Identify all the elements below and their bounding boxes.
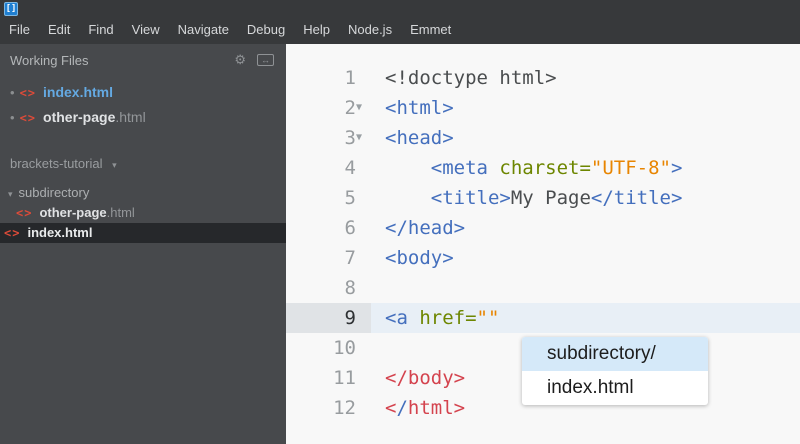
line-number-1: 1: [344, 67, 356, 89]
code-hint-popup: subdirectory/index.html: [522, 337, 708, 405]
code-token: </head>: [385, 217, 466, 239]
modified-dot-icon: •: [10, 85, 15, 100]
code-token: href=: [407, 307, 477, 329]
line-number-9: 9: [286, 303, 371, 333]
file-type-icon: <>: [4, 226, 21, 240]
code-token: <html>: [385, 97, 454, 119]
line-number-2: 2 ▼: [286, 93, 371, 123]
code-line-5[interactable]: <title>My Page</title>: [371, 183, 800, 213]
editor-line-2: 2 ▼ <html>: [286, 93, 800, 123]
hint-item-index.html[interactable]: index.html: [522, 371, 708, 405]
line-number-10: 10: [333, 337, 356, 359]
code-token: "UTF-8": [590, 157, 671, 179]
file-name: index.html: [43, 84, 114, 100]
modified-dot-icon: •: [10, 110, 15, 125]
working-files-header: Working Files ⚙ ↔: [0, 44, 286, 72]
working-files-title: Working Files: [10, 53, 89, 68]
code-token: </title>: [590, 187, 683, 209]
editor-line-3: 3 ▼ <head>: [286, 123, 800, 153]
menubar: [] File Edit Find View Navigate Debug Help Node…: [0, 0, 800, 44]
code-line-6[interactable]: </head>: [371, 213, 800, 243]
sidebar: Working Files ⚙ ↔ • <> index.html • <> other-…: [0, 44, 286, 444]
project-dropdown-arrow-icon[interactable]: ▾: [112, 160, 117, 170]
hint-item-subdirectory-[interactable]: subdirectory/: [522, 337, 708, 371]
file-type-icon: <>: [16, 206, 33, 220]
fold-arrow-icon[interactable]: ▼: [356, 93, 370, 123]
collapse-arrow-icon[interactable]: ▾: [0, 189, 19, 199]
file-type-icon: <>: [19, 86, 37, 100]
working-file-index.html[interactable]: • <> index.html: [0, 80, 286, 105]
code-token: My Page: [510, 187, 591, 209]
menu-item-emmet[interactable]: Emmet: [401, 19, 460, 40]
code-token: charset=: [487, 157, 591, 179]
gear-icon[interactable]: ⚙: [234, 52, 246, 68]
tree-folder-subdirectory[interactable]: ▾ subdirectory: [0, 183, 286, 203]
code-token: "": [476, 307, 500, 329]
menu-item-find[interactable]: Find: [79, 19, 122, 40]
code-token: <a: [385, 307, 408, 329]
code-line-1[interactable]: <!doctype html>: [371, 63, 800, 93]
code-line-4[interactable]: <meta charset="UTF-8">: [371, 153, 800, 183]
code-line-2[interactable]: <html>: [371, 93, 800, 123]
line-number-5: 5: [344, 187, 356, 209]
project-header[interactable]: brackets-tutorial ▾: [0, 148, 286, 179]
code-token: </body>: [385, 367, 466, 389]
file-name: index.html: [27, 225, 93, 240]
code-token: /: [396, 397, 408, 419]
line-number-6: 6: [344, 217, 356, 239]
menu-item-debug[interactable]: Debug: [238, 19, 294, 40]
file-name: other-page: [43, 109, 116, 125]
editor-line-6: 6 </head>: [286, 213, 800, 243]
code-token: <!doctype html>: [385, 67, 557, 89]
editor-line-7: 7 <body>: [286, 243, 800, 273]
working-file-other-page.html[interactable]: • <> other-page.html: [0, 105, 286, 130]
editor-line-5: 5 <title>My Page</title>: [286, 183, 800, 213]
line-number-3: 3 ▼: [286, 123, 371, 153]
code-token: <meta: [430, 157, 488, 179]
file-extension: .html: [115, 109, 146, 125]
editor-line-9: 9 <a href="": [286, 303, 800, 333]
line-number-7: 7: [344, 247, 356, 269]
file-name: other-page: [39, 205, 107, 220]
code-token: >: [671, 157, 683, 179]
brackets-logo-icon: []: [4, 2, 18, 16]
file-type-icon: <>: [19, 111, 37, 125]
project-tree: ▾ subdirectory <> other-page.html <> index.ht…: [0, 183, 286, 243]
code-line-9[interactable]: <a href="": [371, 303, 800, 333]
code-line-3[interactable]: <head>: [371, 123, 800, 153]
menu-item-edit[interactable]: Edit: [39, 19, 79, 40]
code-line-8[interactable]: [371, 273, 800, 303]
code-token: html>: [407, 397, 466, 419]
code-token: <body>: [385, 247, 454, 269]
split-view-icon[interactable]: ↔: [257, 54, 274, 66]
menu-item-view[interactable]: View: [123, 19, 169, 40]
folder-name: subdirectory: [18, 185, 90, 200]
menu-item-navigate[interactable]: Navigate: [169, 19, 238, 40]
file-extension: .html: [106, 205, 135, 220]
line-number-8: 8: [344, 277, 356, 299]
code-line-7[interactable]: <body>: [371, 243, 800, 273]
menu-items: File Edit Find View Navigate Debug Help Node.js…: [0, 19, 460, 40]
project-name: brackets-tutorial: [10, 156, 103, 171]
menu-item-help[interactable]: Help: [294, 19, 339, 40]
tree-file-index.html[interactable]: <> index.html: [0, 223, 286, 243]
editor-line-4: 4 <meta charset="UTF-8">: [286, 153, 800, 183]
menu-item-node-js[interactable]: Node.js: [339, 19, 401, 40]
tree-file-other-page.html[interactable]: <> other-page.html: [0, 203, 286, 223]
code-token: <title>: [430, 187, 511, 209]
editor-line-8: 8: [286, 273, 800, 303]
code-token: <head>: [385, 127, 454, 149]
fold-arrow-icon[interactable]: ▼: [356, 123, 370, 153]
editor-line-1: 1 <!doctype html>: [286, 63, 800, 93]
code-token: <: [385, 397, 397, 419]
menu-item-file[interactable]: File: [0, 19, 39, 40]
line-number-4: 4: [344, 157, 356, 179]
line-number-11: 11: [333, 367, 356, 389]
line-number-12: 12: [333, 397, 356, 419]
working-files-list: • <> index.html • <> other-page.html: [0, 80, 286, 130]
